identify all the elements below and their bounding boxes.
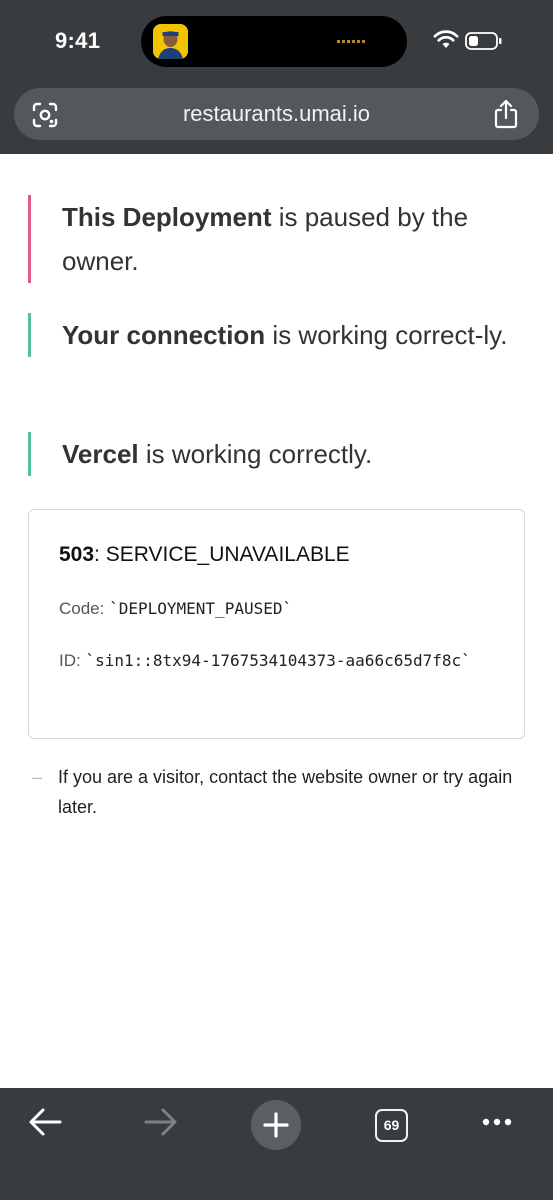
arrow-left-icon bbox=[29, 1108, 62, 1136]
error-title: 503: SERVICE_UNAVAILABLE bbox=[59, 543, 350, 567]
error-code-line: Code: `DEPLOYMENT_PAUSED` bbox=[59, 594, 499, 624]
tab-switcher-button[interactable]: 69 bbox=[366, 1100, 416, 1150]
share-icon[interactable] bbox=[493, 99, 519, 129]
error-code-label: Code: bbox=[59, 599, 110, 618]
more-menu-button[interactable] bbox=[474, 1100, 524, 1150]
dynamic-island bbox=[141, 16, 407, 67]
help-text: If you are a visitor, contact the websit… bbox=[58, 767, 513, 817]
error-status-name: : SERVICE_UNAVAILABLE bbox=[94, 543, 350, 566]
arrow-right-icon bbox=[144, 1108, 177, 1136]
error-id-line: ID: `sin1::8tx94-1767534104373-aa66c65d7… bbox=[59, 646, 499, 676]
forward-button[interactable] bbox=[136, 1100, 186, 1150]
status-connection: Your connection is working correct-ly. bbox=[28, 313, 508, 357]
tab-count: 69 bbox=[375, 1109, 408, 1142]
status-time: 9:41 bbox=[55, 28, 101, 53]
back-button[interactable] bbox=[22, 1100, 72, 1150]
page-content: This Deployment is paused by the owner. … bbox=[0, 154, 553, 1088]
app-avatar-icon bbox=[153, 24, 188, 59]
error-code-value: `DEPLOYMENT_PAUSED` bbox=[109, 599, 293, 618]
status-vercel: Vercel is working correctly. bbox=[28, 432, 508, 476]
browser-top-chrome: 9:41 restaurants.umai.io bbox=[0, 0, 553, 154]
wifi-icon bbox=[433, 30, 459, 48]
visitor-help-text: – If you are a visitor, contact the webs… bbox=[28, 762, 528, 822]
new-tab-button[interactable] bbox=[251, 1100, 301, 1150]
activity-indicator bbox=[337, 40, 367, 43]
status-deployment-subject: This Deployment bbox=[62, 202, 272, 232]
address-bar[interactable]: restaurants.umai.io bbox=[14, 88, 539, 140]
help-dash: – bbox=[32, 767, 43, 787]
more-dots-icon bbox=[482, 1118, 512, 1126]
browser-bottom-toolbar: 69 bbox=[0, 1088, 553, 1200]
error-status-code: 503 bbox=[59, 543, 95, 566]
error-id-value: `sin1::8tx94-1767534104373-aa66c65d7f8c` bbox=[85, 651, 471, 670]
status-vercel-subject: Vercel bbox=[62, 439, 139, 469]
status-deployment: This Deployment is paused by the owner. bbox=[28, 195, 508, 283]
error-id-label: ID: bbox=[59, 651, 86, 670]
url-text[interactable]: restaurants.umai.io bbox=[14, 88, 539, 140]
status-connection-text: is working correct-ly. bbox=[265, 320, 508, 350]
status-connection-subject: Your connection bbox=[62, 320, 266, 350]
plus-icon bbox=[263, 1112, 289, 1138]
error-details-card: 503: SERVICE_UNAVAILABLE Code: `DEPLOYME… bbox=[28, 509, 525, 739]
battery-icon bbox=[465, 32, 502, 50]
status-vercel-text: is working correctly. bbox=[138, 439, 373, 469]
